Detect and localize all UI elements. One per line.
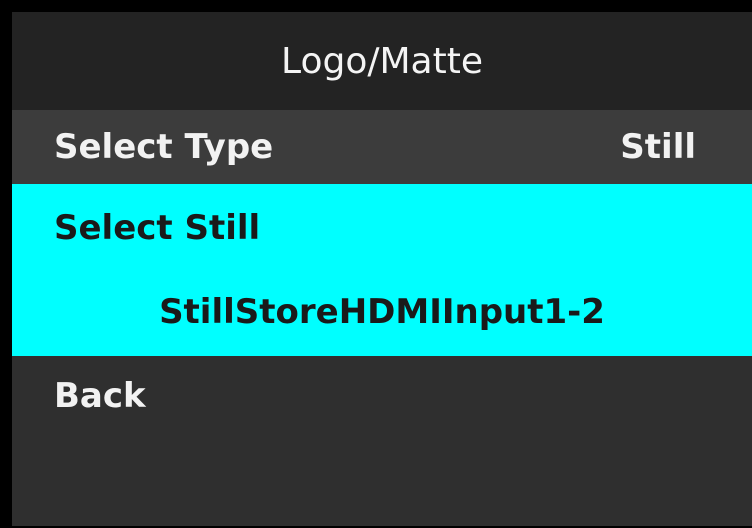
device-bezel: Logo/Matte Select Type Still Select Stil…: [0, 0, 752, 528]
menu-item-select-type[interactable]: Select Type Still: [12, 110, 752, 184]
menu-item-label: Back: [54, 376, 146, 416]
menu-item-value: StillStoreHDMIInput1-2: [159, 292, 605, 332]
menu-item-value: Still: [620, 127, 696, 167]
menu-screen: Logo/Matte Select Type Still Select Stil…: [12, 12, 752, 526]
menu-item-label: Select Type: [54, 127, 274, 167]
menu-item-back[interactable]: Back: [12, 356, 752, 436]
menu-item-select-still[interactable]: Select Still StillStoreHDMIInput1-2: [12, 184, 752, 356]
menu-title: Logo/Matte: [12, 12, 752, 110]
menu-item-label: Select Still: [54, 208, 261, 248]
